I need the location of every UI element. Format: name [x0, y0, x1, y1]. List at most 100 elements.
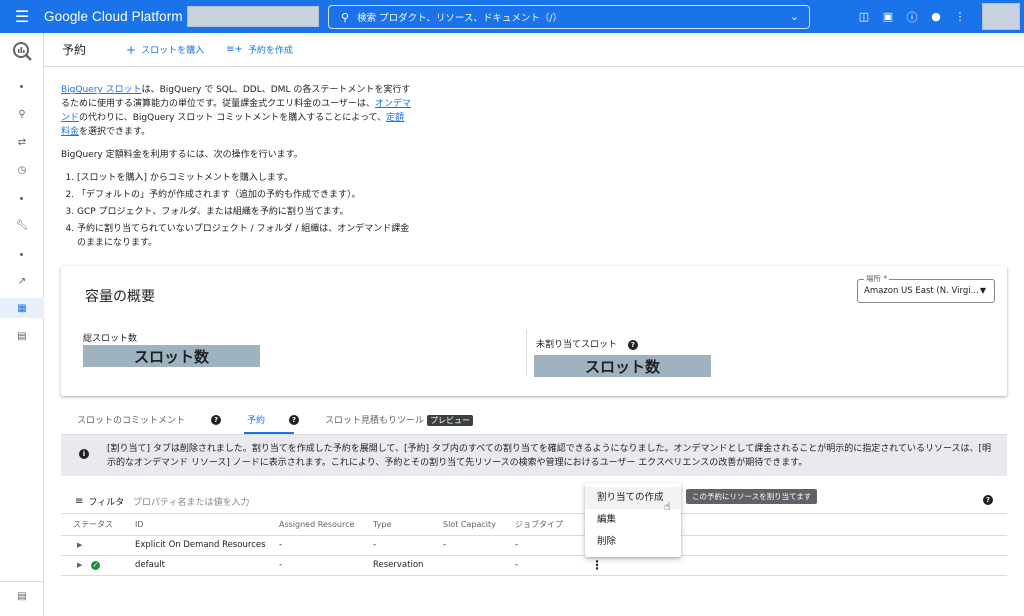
col-assigned-resource[interactable]: Assigned Resource [279, 515, 373, 536]
history-icon[interactable]: ◷ [0, 160, 44, 180]
bigquery-logo-icon[interactable] [11, 40, 33, 62]
intro-text-b: の代わりに、BigQuery スロット コミットメントを購入することによって、 [79, 113, 387, 123]
step-item: 「デフォルトの」予約が作成されます（追加の予約も作成できます）。 [77, 188, 413, 202]
table-row[interactable]: ▶ Explicit On Demand Resources - - - - [61, 535, 1007, 556]
col-status[interactable]: ステータス [61, 515, 135, 536]
menu-item-delete[interactable]: 削除 [585, 531, 681, 553]
nav-dot [20, 85, 23, 88]
chevron-down-icon[interactable]: ⌄ [790, 10, 799, 23]
intro-text-c: を選択できます。 [79, 127, 151, 137]
buy-slots-button[interactable]: + スロットを購入 [126, 43, 204, 57]
help-icon[interactable]: ? [211, 415, 221, 425]
search-bar[interactable]: ⚲ 検索 プロダクト、リソース、ドキュメント（/） ⌄ [328, 5, 810, 29]
row-type: - [373, 535, 443, 556]
tooltip: この予約にリソースを割り当てます [686, 489, 818, 504]
top-actions: ◫ ▣ ⓘ ● ⋮ [852, 0, 972, 33]
row-id: default [135, 555, 279, 576]
info-icon: i [79, 449, 89, 459]
help-icon[interactable]: ? [983, 495, 993, 505]
gift-icon[interactable]: ◫ [852, 10, 876, 23]
create-reservation-button[interactable]: ≡+ 予約を作成 [226, 43, 293, 56]
row-type: Reservation [373, 555, 443, 576]
page-title: 予約 [62, 43, 87, 57]
check-circle-icon: ✓ [91, 561, 100, 570]
tab-slot-estimator-label: スロット見積もりツール [325, 416, 425, 426]
location-value: Amazon US East (N. Virgi... [864, 286, 979, 296]
help-icon[interactable]: ? [289, 415, 299, 425]
row-slots: - [443, 535, 515, 556]
filter-button[interactable]: ≡ フィルタ [75, 495, 124, 508]
unassigned-slots-value: スロット数 [534, 355, 711, 377]
step-item: GCP プロジェクト、フォルダ、または組織を予約に割り当てます。 [77, 205, 413, 219]
help-icon[interactable]: ? [627, 340, 638, 350]
nav-dot [20, 197, 23, 200]
expand-icon[interactable]: ▶ [77, 561, 89, 569]
steps-intro: BigQuery 定額料金を利用するには、次の操作を行います。 [61, 150, 303, 160]
transfer-icon[interactable]: ⇄ [0, 132, 44, 152]
col-type[interactable]: Type [373, 515, 443, 536]
help-icon[interactable]: ⓘ [900, 9, 924, 25]
preview-badge: プレビュー [427, 415, 474, 426]
total-slots-value: スロット数 [83, 345, 260, 367]
menu-icon[interactable]: ☰ [0, 7, 44, 26]
steps-list: [スロットを購入] からコミットメントを購入します。 「デフォルトの」予約が作成… [77, 171, 413, 250]
bigquery-slots-link[interactable]: BigQuery スロット [61, 85, 142, 95]
left-nav: ⚲ ⇄ ◷ 🔧︎ ↗ ▦ ▤ ▤ ▷ [0, 33, 44, 616]
row-assigned: - [279, 555, 373, 576]
more-vert-icon[interactable]: ⋮ [948, 10, 972, 23]
nav-dot [20, 253, 23, 256]
table-row[interactable]: ▶ ✓ default - Reservation - ⋮ [61, 555, 1007, 576]
search-icon[interactable]: ⚲ [0, 104, 44, 124]
brand-title[interactable]: Google Cloud Platform [44, 9, 183, 24]
reservations-icon[interactable]: ▦ [0, 298, 44, 318]
bi-engine-icon[interactable]: ▤ [0, 326, 44, 346]
capacity-title: 容量の概要 [85, 289, 155, 305]
release-notes-icon[interactable]: ▤ [0, 591, 44, 602]
tab-commitments[interactable]: スロットのコミットメント [77, 413, 185, 426]
row-actions-menu: 割り当ての作成 編集 削除 [585, 483, 681, 557]
col-id[interactable]: ID [135, 515, 279, 536]
info-text: [割り当て] タブは削除されました。割り当てを作成した予約を展開して、[予約] … [107, 444, 992, 468]
step-item: [スロットを購入] からコミットメントを購入します。 [77, 171, 413, 185]
total-slots-label: 総スロット数 [83, 334, 138, 344]
capacity-overview-card: 容量の概要 場所 * Amazon US East (N. Virgi... ▼… [61, 266, 1007, 396]
row-slots [443, 555, 515, 576]
filter-icon: ≡ [75, 496, 84, 507]
reservations-table: ステータス ID Assigned Resource Type Slot Cap… [61, 515, 1007, 576]
filter-bar: ≡ フィルタ プロパティ名または値を入力 ? [61, 488, 1007, 514]
cloud-shell-icon[interactable]: ▣ [876, 10, 900, 23]
location-label: 場所 * [864, 273, 890, 284]
step-item: 予約に割り当てられていないプロジェクト / フォルダ / 組織は、オンデマンド課… [77, 222, 413, 250]
search-input[interactable]: 検索 プロダクト、リソース、ドキュメント（/） [357, 10, 562, 24]
row-job: - [515, 535, 577, 556]
intro-paragraph: BigQuery スロットは、BigQuery で SQL、DDL、DML の各… [61, 83, 413, 139]
info-banner: i [割り当て] タブは削除されました。割り当てを作成した予約を展開して、[予約… [61, 434, 1007, 476]
divider [526, 330, 527, 376]
monitoring-icon[interactable]: ↗ [0, 271, 44, 291]
avatar[interactable] [982, 3, 1020, 30]
wrench-icon[interactable]: 🔧︎ [0, 215, 44, 235]
top-bar: ☰ Google Cloud Platform ⚲ 検索 プロダクト、リソース、… [0, 0, 1024, 33]
notifications-icon[interactable]: ● [924, 10, 948, 23]
filter-input[interactable]: プロパティ名または値を入力 [133, 495, 249, 508]
row-job: - [515, 555, 577, 576]
col-slot-capacity[interactable]: Slot Capacity [443, 515, 515, 536]
expand-icon[interactable]: ▶ [77, 541, 89, 549]
playlist-add-icon: ≡+ [226, 44, 243, 55]
tab-slot-estimator[interactable]: スロット見積もりツール プレビュー [325, 413, 474, 426]
filter-label: フィルタ [88, 498, 125, 508]
unassigned-slots-text: 未割り当てスロット [536, 340, 618, 350]
buy-slots-label: スロットを購入 [141, 46, 205, 56]
intro-text: BigQuery スロットは、BigQuery で SQL、DDL、DML の各… [61, 83, 413, 253]
unassigned-slots-label: 未割り当てスロット ? [536, 337, 638, 350]
search-icon: ⚲ [341, 10, 350, 24]
col-job-type[interactable]: ジョブタイプ [515, 515, 577, 536]
tab-bar: スロットのコミットメント ? 予約 ? スロット見積もりツール プレビュー [61, 408, 1007, 434]
row-id: Explicit On Demand Resources [135, 535, 279, 556]
create-reservation-label: 予約を作成 [247, 46, 293, 56]
location-select[interactable]: 場所 * Amazon US East (N. Virgi... ▼ [857, 273, 995, 303]
tab-reservations[interactable]: 予約 [247, 413, 265, 426]
more-vert-icon[interactable]: ⋮ [591, 558, 603, 572]
divider [0, 581, 44, 582]
project-selector[interactable] [187, 6, 319, 27]
